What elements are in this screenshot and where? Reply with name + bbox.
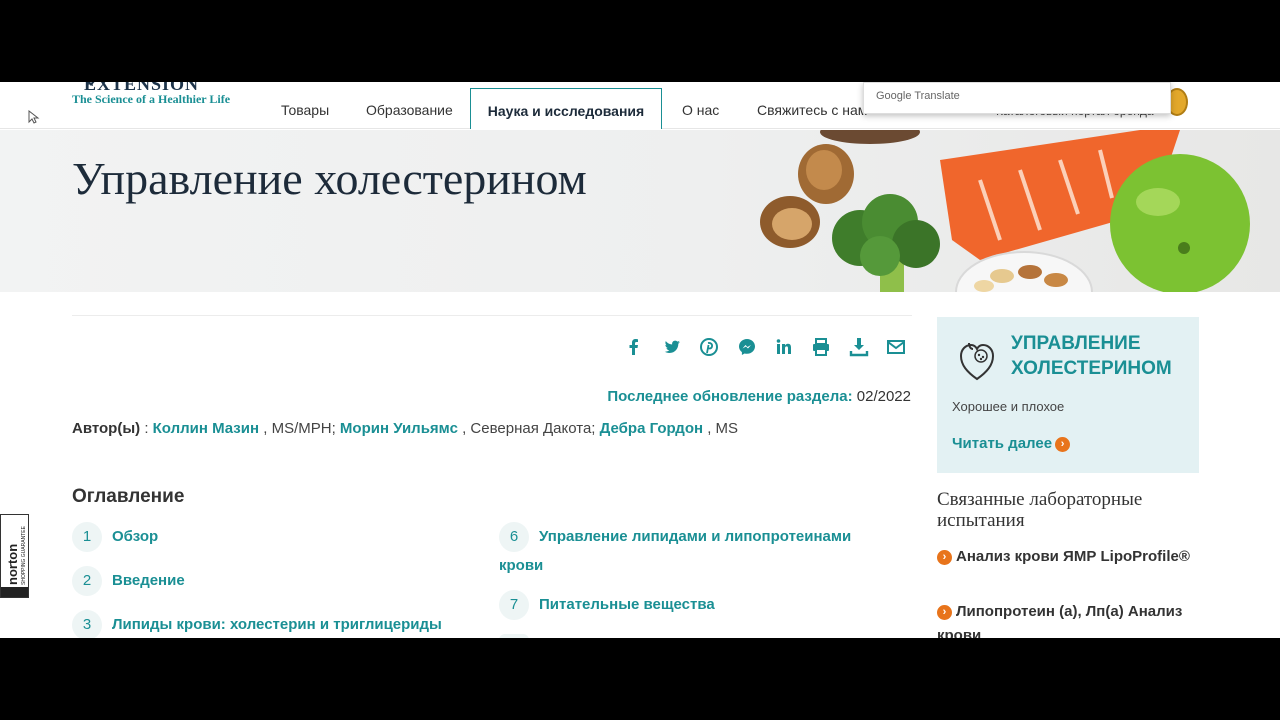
authors-line: Автор(ы) : Коллин Мазин , MS/MPH; Морин … [72, 420, 738, 437]
nav-item-education[interactable]: Образование [366, 102, 453, 118]
author-suffix: , MS [707, 420, 739, 437]
logo-tagline[interactable]: The Science of a Healthier Life [72, 92, 230, 107]
toc-link[interactable]: Введение [112, 572, 185, 589]
toc-link-continued[interactable]: крови [499, 557, 543, 574]
toc-item-continued[interactable]: крови [499, 552, 543, 580]
read-more-label: Читать далее [952, 435, 1053, 452]
nav-item-science-label: Наука и исследования [487, 103, 645, 119]
related-tests-title: Связанные лабораторные испытания [937, 489, 1143, 531]
pinterest-icon[interactable] [698, 336, 720, 358]
chevron-right-icon: › [937, 604, 952, 620]
top-navigation: EXTENSION The Science of a Healthier Lif… [0, 82, 1280, 129]
linkedin-icon[interactable] [773, 336, 795, 358]
author-link[interactable]: Дебра Гордон [600, 420, 703, 437]
page-title: Управление холестерином [72, 153, 587, 204]
toc-link[interactable]: Липиды крови: холестерин и триглицериды [112, 616, 442, 633]
nav-item-products[interactable]: Товары [281, 102, 329, 118]
chevron-right-icon: › [937, 549, 952, 565]
nav-item-about[interactable]: О нас [682, 102, 719, 118]
author-link[interactable]: Коллин Мазин [153, 420, 259, 437]
hero-banner: Управление холестерином [0, 130, 1280, 292]
toc-link[interactable]: Обзор [112, 528, 158, 545]
related-test-link[interactable]: › Липопротеин (а), Лп(а) Анализ крови [937, 600, 1197, 638]
related-test-link[interactable]: › Анализ крови ЯМР LipoProfile® [937, 545, 1197, 569]
messenger-icon[interactable] [736, 336, 758, 358]
content-divider [72, 315, 912, 316]
toc-item[interactable]: 6 Управление липидами и липопротеинами [499, 522, 851, 552]
norton-label: norton [5, 544, 20, 585]
promo-title[interactable]: УПРАВЛЕНИЕ ХОЛЕСТЕРИНОМ [1011, 331, 1191, 381]
last-update-value: 02/2022 [856, 388, 911, 405]
toc-title: Оглавление [72, 486, 185, 507]
author-link[interactable]: Морин Уильямс [340, 420, 458, 437]
toc-number: 6 [499, 522, 529, 552]
toc-item[interactable]: 2 Введение [72, 566, 185, 596]
toc-number: 7 [499, 590, 529, 620]
related-test-label: Анализ крови ЯМР LipoProfile® [956, 548, 1190, 565]
google-translate-popup[interactable]: Google Translate [863, 82, 1171, 114]
toc-number-partial [499, 634, 529, 638]
norton-badge[interactable]: norton SHOPPING GUARANTEE [0, 514, 29, 598]
norton-sub: SHOPPING GUARANTEE [21, 525, 27, 585]
toc-item[interactable]: 7 Питательные вещества [499, 590, 715, 620]
read-more-link[interactable]: Читать далее › [952, 435, 1071, 452]
author-suffix: , Северная Дакота; [462, 420, 596, 437]
promo-subtitle: Хорошее и плохое [952, 399, 1065, 414]
google-translate-label: Google Translate [876, 90, 960, 102]
chevron-right-icon: › [1055, 436, 1071, 452]
toc-item[interactable]: 3 Липиды крови: холестерин и триглицериды [72, 610, 442, 638]
norton-logo-icon: norton SHOPPING GUARANTEE [1, 525, 28, 597]
download-icon[interactable] [848, 336, 870, 358]
nav-item-contact[interactable]: Свяжитесь с нам [757, 102, 867, 118]
twitter-icon[interactable] [661, 336, 683, 358]
authors-sep: : [144, 420, 149, 437]
browser-viewport: EXTENSION The Science of a Healthier Lif… [0, 82, 1280, 638]
facebook-icon[interactable] [623, 336, 645, 358]
toc-number: 3 [72, 610, 102, 638]
mouse-cursor-icon [28, 110, 40, 124]
nav-item-science-active[interactable]: Наука и исследования [470, 88, 662, 129]
hero-food-image [760, 130, 1250, 292]
email-icon[interactable] [885, 336, 907, 358]
authors-label: Автор(ы) [72, 420, 141, 437]
toc-link[interactable]: Питательные вещества [539, 596, 715, 613]
last-update: Последнее обновление раздела: 02/2022 [607, 388, 911, 405]
toc-number: 2 [72, 566, 102, 596]
print-icon[interactable] [810, 336, 832, 358]
related-test-label: Липопротеин (а), Лп(а) Анализ крови [937, 603, 1183, 638]
heart-icon [959, 342, 995, 381]
toc-item[interactable]: 1 Обзор [72, 522, 158, 552]
toc-number: 1 [72, 522, 102, 552]
last-update-label: Последнее обновление раздела: [607, 388, 853, 405]
author-suffix: , MS/MPH; [263, 420, 336, 437]
promo-card[interactable]: УПРАВЛЕНИЕ ХОЛЕСТЕРИНОМ Хорошее и плохое… [937, 317, 1199, 473]
toc-link[interactable]: Управление липидами и липопротеинами [539, 528, 851, 545]
